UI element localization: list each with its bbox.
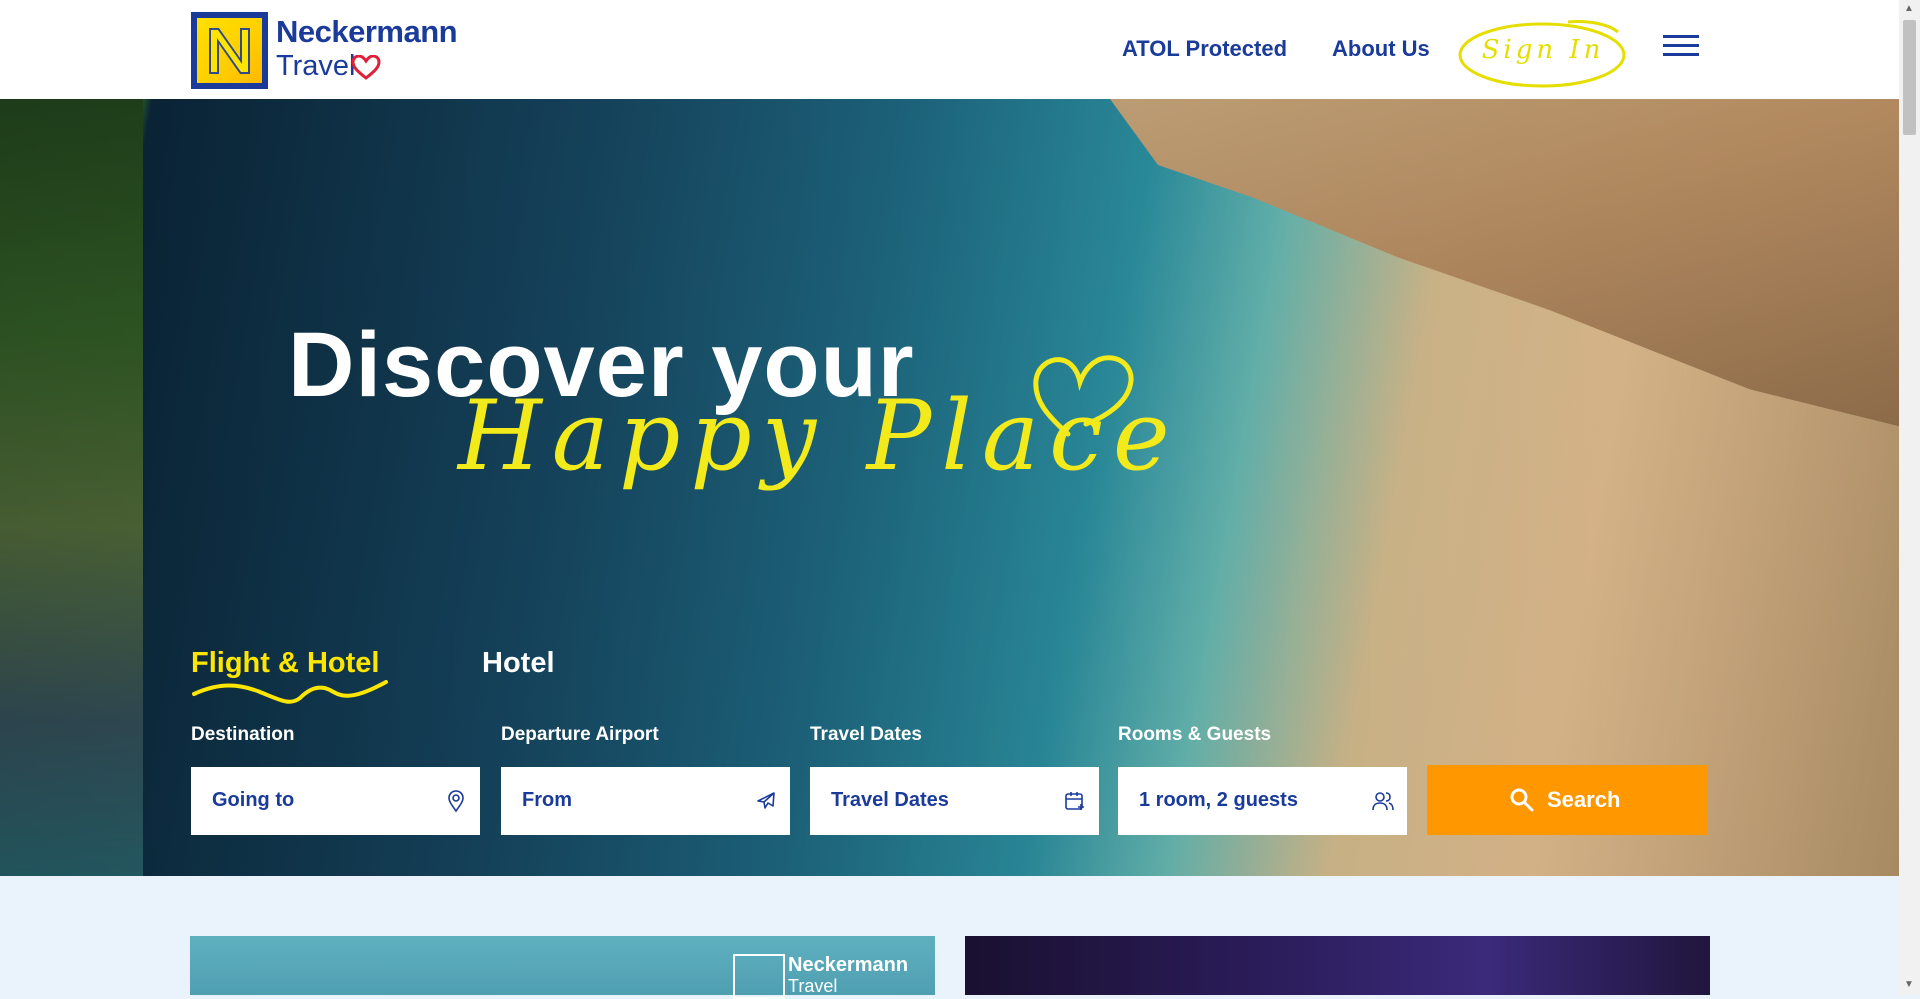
rooms-guests-value: 1 room, 2 guests (1139, 789, 1298, 811)
neckermann-logo-icon[interactable] (191, 12, 268, 89)
tab-hotel[interactable]: Hotel (482, 647, 555, 680)
departure-placeholder: From (522, 789, 572, 811)
travel-dates-field[interactable]: Travel Dates (810, 767, 1099, 835)
departure-airport-label: Departure Airport (501, 724, 659, 745)
card-logo-subword: Travel (788, 976, 838, 996)
logo-subword[interactable]: Travel (276, 50, 356, 83)
search-label: Search (1547, 787, 1621, 812)
scroll-up-icon[interactable]: ▲ (1904, 3, 1914, 14)
destination-field[interactable]: Going to (191, 767, 480, 835)
map-pin-icon (448, 790, 464, 813)
rooms-guests-label: Rooms & Guests (1118, 724, 1272, 745)
sign-in-label: Sign In (1481, 35, 1605, 65)
destination-placeholder: Going to (212, 789, 295, 811)
scroll-thumb[interactable] (1903, 20, 1916, 135)
calendar-icon (1065, 792, 1084, 810)
sign-in-button[interactable]: Sign In (1458, 18, 1628, 88)
heart-icon (351, 55, 381, 80)
search-icon (1510, 788, 1534, 812)
scroll-down-icon[interactable]: ▼ (1904, 979, 1914, 990)
rooms-guests-field[interactable]: 1 room, 2 guests (1118, 767, 1407, 835)
promo-card-right[interactable] (965, 936, 1710, 995)
tab-active-underline-icon (192, 680, 388, 704)
hamburger-menu-icon[interactable] (1663, 35, 1699, 59)
travel-dates-placeholder: Travel Dates (831, 789, 949, 811)
site-header: Neckermann Travel ATOL Protected About U… (0, 0, 1899, 99)
travel-dates-label: Travel Dates (810, 724, 922, 745)
nav-atol-protected[interactable]: ATOL Protected (1122, 36, 1287, 62)
heart-doodle-icon (1033, 355, 1134, 437)
card-logo-icon (733, 954, 785, 999)
card-logo-wordmark: Neckermann (788, 954, 909, 976)
guests-icon (1372, 792, 1394, 811)
logo-wordmark[interactable]: Neckermann (276, 14, 458, 50)
plane-icon (757, 792, 775, 809)
departure-airport-field[interactable]: From (501, 767, 790, 835)
destination-label: Destination (191, 724, 295, 745)
page-scrollbar[interactable]: ▲ ▼ (1899, 0, 1920, 995)
search-button[interactable]: Search (1427, 765, 1707, 835)
nav-about-us[interactable]: About Us (1332, 36, 1430, 62)
promo-card-left[interactable]: Neckermann Travel (190, 936, 935, 999)
